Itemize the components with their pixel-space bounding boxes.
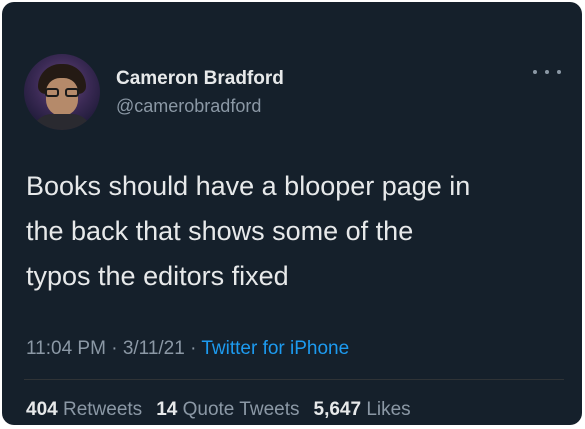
author-handle[interactable]: @camerobradford — [116, 96, 261, 117]
retweets-count: 404 — [26, 399, 58, 420]
tweet-metadata: 11:04 PM · 3/11/21 · Twitter for iPhone — [26, 338, 349, 360]
tweet-time[interactable]: 11:04 PM — [26, 338, 106, 359]
retweets-stat[interactable]: 404 Retweets — [26, 399, 142, 420]
avatar-shirt — [32, 114, 92, 130]
tweet-date[interactable]: 3/11/21 — [123, 338, 185, 359]
likes-count: 5,647 — [313, 399, 362, 420]
tweet-source-link[interactable]: Twitter for iPhone — [201, 338, 349, 359]
avatar[interactable] — [24, 54, 100, 130]
likes-stat[interactable]: 5,647 Likes — [314, 399, 411, 420]
likes-label: Likes — [366, 399, 411, 420]
dot — [557, 70, 561, 74]
separator: · — [190, 338, 197, 359]
retweets-label: Retweets — [62, 399, 143, 420]
tweet-text-line: the back that shows some of the — [26, 216, 414, 246]
dot — [533, 70, 537, 74]
avatar-glasses — [44, 88, 80, 98]
author-display-name[interactable]: Cameron Bradford — [116, 68, 284, 90]
tweet-text-line: Books should have a blooper page in — [26, 171, 471, 201]
more-options-icon[interactable] — [533, 64, 561, 80]
tweet-text: Books should have a blooper page in the b… — [26, 164, 566, 299]
tweet-card: Cameron Bradford @camerobradford Books s… — [2, 2, 582, 425]
separator: · — [111, 338, 118, 359]
quote-tweets-label: Quote Tweets — [182, 399, 300, 420]
dot — [545, 70, 549, 74]
quote-tweets-count: 14 — [156, 399, 178, 420]
tweet-stats: 404 Retweets 14 Quote Tweets 5,647 Likes — [26, 399, 411, 421]
divider — [24, 379, 564, 380]
quote-tweets-stat[interactable]: 14 Quote Tweets — [156, 399, 299, 420]
tweet-text-line: typos the editors fixed — [26, 261, 289, 291]
